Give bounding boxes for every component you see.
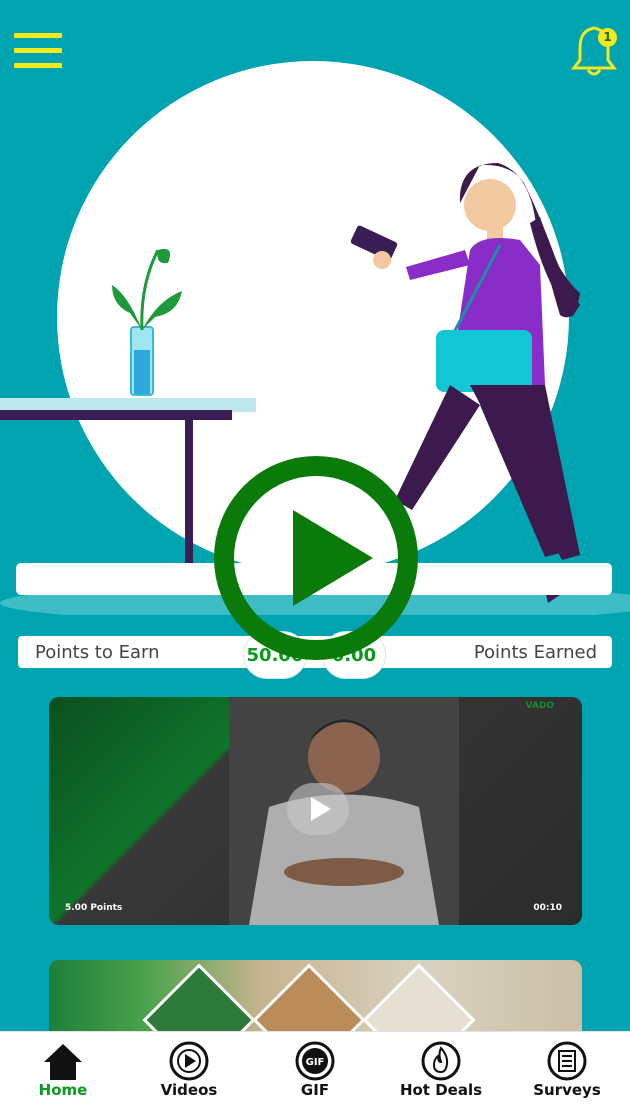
notification-badge: 1: [598, 28, 617, 47]
tab-surveys[interactable]: Surveys: [504, 1032, 630, 1104]
tab-videos[interactable]: Videos: [126, 1032, 252, 1104]
home-icon: [44, 1044, 82, 1080]
video-card[interactable]: VADO 5.00 Points 00:10: [49, 697, 582, 925]
tab-gif[interactable]: GIF GIF: [252, 1032, 378, 1104]
points-earned-label: Points Earned: [473, 642, 597, 663]
tab-label: GIF: [300, 1081, 330, 1099]
video-play-icon[interactable]: [287, 783, 349, 835]
video-play-icon: [169, 1041, 209, 1081]
tab-label: Surveys: [533, 1081, 601, 1099]
video-duration: 00:10: [533, 903, 562, 913]
tab-home[interactable]: Home: [0, 1032, 126, 1104]
tab-hot-deals[interactable]: Hot Deals: [378, 1032, 504, 1104]
video-points: 5.00 Points: [65, 903, 123, 913]
tab-label: Hot Deals: [399, 1081, 483, 1099]
survey-clipboard-icon: [547, 1041, 587, 1081]
points-to-earn-label: Points to Earn: [35, 642, 160, 663]
tab-label: Home: [38, 1081, 88, 1099]
svg-text:GIF: GIF: [306, 1057, 325, 1068]
tab-label: Videos: [160, 1081, 218, 1099]
gif-icon: GIF: [295, 1041, 335, 1081]
video-brand-logo: VADO: [525, 701, 554, 711]
bottom-tab-bar: Home Videos GIF GIF Hot Deals Surveys: [0, 1031, 630, 1104]
play-icon[interactable]: [213, 455, 419, 661]
flame-icon: [421, 1041, 461, 1081]
